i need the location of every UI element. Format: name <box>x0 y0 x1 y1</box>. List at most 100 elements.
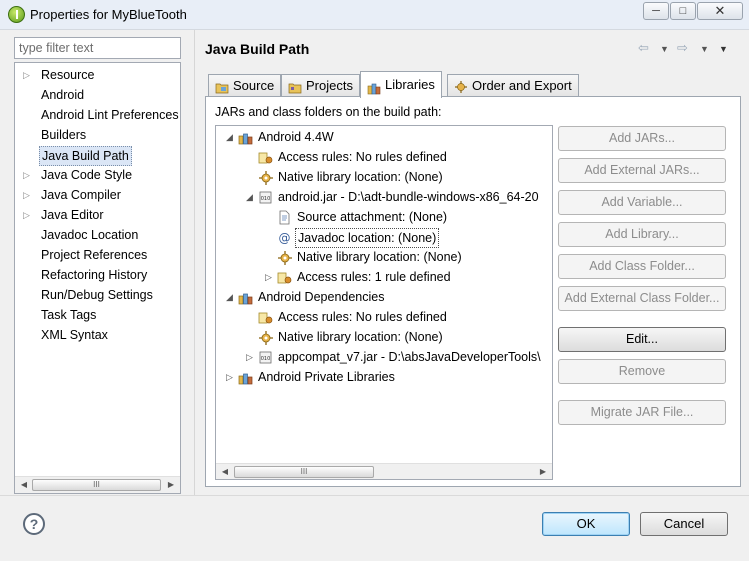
scroll-left-arrow-icon[interactable]: ◀ <box>18 479 30 491</box>
nav-item-java-code-style[interactable]: ▷ Java Code Style <box>15 165 180 185</box>
migrate-jar-file-button[interactable]: Migrate JAR File... <box>558 400 726 425</box>
nav-item-android-lint-preferences[interactable]: Android Lint Preferences <box>15 105 180 125</box>
nav-item-android[interactable]: Android <box>15 85 180 105</box>
ok-button[interactable]: OK <box>542 512 630 536</box>
tab-label: Libraries <box>385 77 435 92</box>
nav-item-java-compiler[interactable]: ▷ Java Compiler <box>15 185 180 205</box>
title-bar: Properties for MyBlueTooth ─ □ ✕ <box>0 0 749 30</box>
cancel-button[interactable]: Cancel <box>640 512 728 536</box>
library-icon <box>238 290 253 305</box>
order-export-icon <box>454 79 468 93</box>
add-external-class-folder-button[interactable]: Add External Class Folder... <box>558 286 726 311</box>
splitter-sash[interactable] <box>194 30 195 495</box>
back-dropdown-icon[interactable]: ▼ <box>660 44 669 54</box>
tree-horizontal-scrollbar[interactable]: ◀ III ▶ <box>216 463 552 479</box>
expand-arrow-icon[interactable]: ▷ <box>23 205 33 225</box>
native-library-icon <box>258 330 273 345</box>
add-variable-button[interactable]: Add Variable... <box>558 190 726 215</box>
nav-item-task-tags[interactable]: Task Tags <box>15 305 180 325</box>
nav-item-javadoc-location[interactable]: Javadoc Location <box>15 225 180 245</box>
scroll-right-arrow-icon[interactable]: ▶ <box>537 466 549 478</box>
libraries-description: JARs and class folders on the build path… <box>215 105 442 119</box>
nav-item-refactoring-history[interactable]: Refactoring History <box>15 265 180 285</box>
source-folder-icon <box>215 79 229 94</box>
tree-row-label: Android Private Libraries <box>258 370 395 384</box>
svg-text:010: 010 <box>261 196 271 202</box>
help-button[interactable]: ? <box>23 513 45 535</box>
scroll-thumb[interactable]: III <box>32 479 161 491</box>
tree-row-label: Native library location: (None) <box>278 170 443 184</box>
tree-row-javadoc-location-none[interactable]: @ Javadoc location: (None) <box>216 227 552 248</box>
nav-item-label: Resource <box>41 68 95 82</box>
expand-arrow-icon[interactable]: ▷ <box>226 367 236 387</box>
nav-item-run-debug-settings[interactable]: Run/Debug Settings <box>15 285 180 305</box>
nav-item-java-editor[interactable]: ▷ Java Editor <box>15 205 180 225</box>
edit-button[interactable]: Edit... <box>558 327 726 352</box>
add-jars-button[interactable]: Add JARs... <box>558 126 726 151</box>
forward-arrow-icon[interactable]: ⇨ <box>677 40 688 56</box>
svg-text:010: 010 <box>261 356 271 362</box>
scroll-left-arrow-icon[interactable]: ◀ <box>219 466 231 478</box>
collapse-arrow-icon[interactable]: ◢ <box>226 127 236 147</box>
add-class-folder-button[interactable]: Add Class Folder... <box>558 254 726 279</box>
tree-row-android-jar-d-adt-bundle-windows-x86-64-[interactable]: ◢ 010 android.jar - D:\adt-bundle-windows-… <box>216 187 552 207</box>
source-attachment-icon <box>277 210 292 225</box>
tree-row-access-rules-no-rules-defined[interactable]: Access rules: No rules defined <box>216 147 552 167</box>
footer-separator <box>0 495 749 496</box>
tree-row-native-library-location-none[interactable]: Native library location: (None) <box>216 247 552 267</box>
nav-item-java-build-path[interactable]: Java Build Path <box>15 145 180 166</box>
add-external-jars-button[interactable]: Add External JARs... <box>558 158 726 183</box>
tree-row-native-library-location-none[interactable]: Native library location: (None) <box>216 327 552 347</box>
native-library-icon <box>258 170 273 185</box>
jar-icon: 010 <box>258 190 273 205</box>
access-rules-icon <box>277 270 292 285</box>
nav-horizontal-scrollbar[interactable]: ◀ III ▶ <box>15 476 180 493</box>
tab-libraries[interactable]: Libraries <box>360 71 442 98</box>
tree-row-label: Javadoc location: (None) <box>295 228 440 248</box>
tree-row-appcompat-v7-jar-d-absjavadevelopertools[interactable]: ▷ 010 appcompat_v7.jar - D:\absJavaDevelop… <box>216 347 552 367</box>
tree-row-android-dependencies[interactable]: ◢ Android Dependencies <box>216 287 552 307</box>
tree-row-source-attachment-none[interactable]: Source attachment: (None) <box>216 207 552 227</box>
tab-order-and-export[interactable]: Order and Export <box>447 74 579 97</box>
tree-row-native-library-location-none[interactable]: Native library location: (None) <box>216 167 552 187</box>
tree-row-android-4-4w[interactable]: ◢ Android 4.4W <box>216 127 552 147</box>
nav-item-project-references[interactable]: Project References <box>15 245 180 265</box>
library-icon <box>238 130 253 145</box>
collapse-arrow-icon[interactable]: ◢ <box>226 287 236 307</box>
expand-arrow-icon[interactable]: ▷ <box>23 65 33 85</box>
tree-row-label: appcompat_v7.jar - D:\absJavaDeveloperTo… <box>278 350 541 364</box>
back-arrow-icon[interactable]: ⇦ <box>638 40 649 56</box>
nav-item-label: Android <box>41 88 85 102</box>
nav-item-label: Java Editor <box>41 208 104 222</box>
nav-item-builders[interactable]: Builders <box>15 125 180 145</box>
tree-row-label: Access rules: No rules defined <box>278 310 447 324</box>
maximize-button[interactable]: □ <box>670 2 696 20</box>
view-menu-icon[interactable]: ▼ <box>719 44 728 54</box>
add-library-button[interactable]: Add Library... <box>558 222 726 247</box>
tree-row-access-rules-no-rules-defined[interactable]: Access rules: No rules defined <box>216 307 552 327</box>
filter-input[interactable] <box>14 37 181 59</box>
remove-button[interactable]: Remove <box>558 359 726 384</box>
forward-dropdown-icon[interactable]: ▼ <box>700 44 709 54</box>
scroll-thumb[interactable]: III <box>234 466 374 478</box>
app-icon <box>8 6 25 23</box>
expand-arrow-icon[interactable]: ▷ <box>23 165 33 185</box>
nav-item-resource[interactable]: ▷ Resource <box>15 65 180 85</box>
tree-row-access-rules-1-rule-defined[interactable]: ▷ Access rules: 1 rule defined <box>216 267 552 287</box>
scroll-right-arrow-icon[interactable]: ▶ <box>165 479 177 491</box>
collapse-arrow-icon[interactable]: ◢ <box>246 187 256 207</box>
tree-row-label: Android 4.4W <box>258 130 334 144</box>
expand-arrow-icon[interactable]: ▷ <box>246 347 256 367</box>
expand-arrow-icon[interactable]: ▷ <box>265 267 275 287</box>
libraries-icon <box>367 78 381 95</box>
page-title: Java Build Path <box>205 41 310 57</box>
expand-arrow-icon[interactable]: ▷ <box>23 185 33 205</box>
nav-item-xml-syntax[interactable]: XML Syntax <box>15 325 180 345</box>
nav-item-label: Java Code Style <box>41 168 133 182</box>
window-title: Properties for MyBlueTooth <box>30 7 187 22</box>
close-button[interactable]: ✕ <box>697 2 743 20</box>
minimize-button[interactable]: ─ <box>643 2 669 20</box>
tab-projects[interactable]: Projects <box>281 74 360 97</box>
tree-row-android-private-libraries[interactable]: ▷ Android Private Libraries <box>216 367 552 387</box>
tab-source[interactable]: Source <box>208 74 282 97</box>
